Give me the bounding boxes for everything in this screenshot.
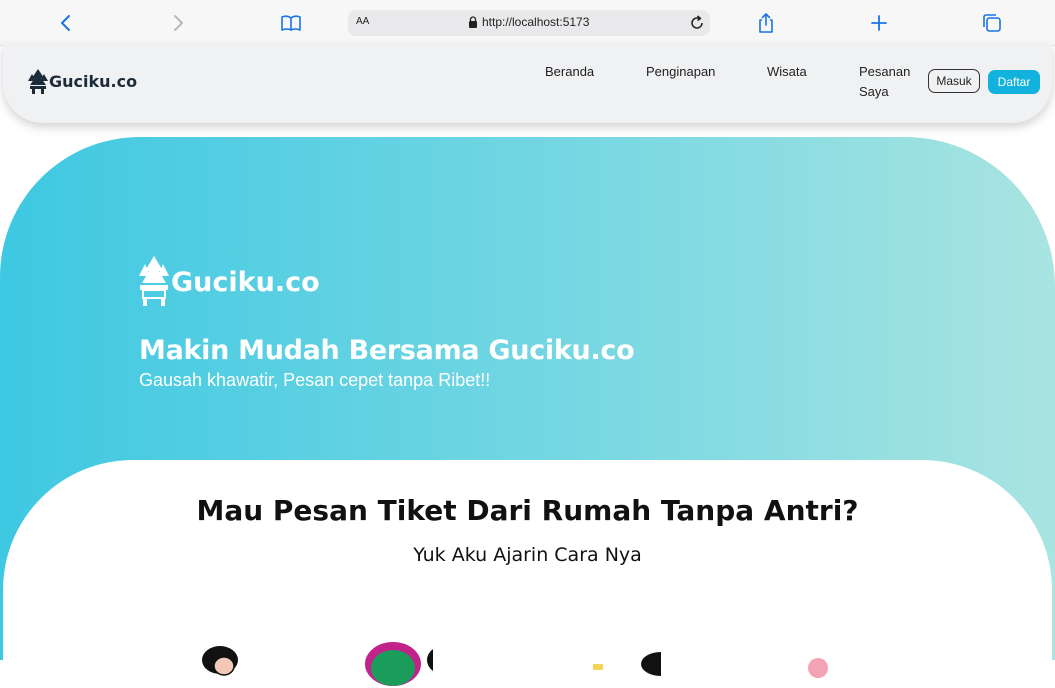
illustration-person-1: [202, 646, 238, 676]
nav-link-beranda[interactable]: Beranda: [545, 62, 594, 82]
site-navbar: Guciku.co Beranda Penginapan Wisata Pesa…: [3, 44, 1052, 123]
section-subtitle: Yuk Aku Ajarin Cara Nya: [413, 544, 642, 566]
back-icon[interactable]: [54, 11, 78, 35]
bookmarks-icon[interactable]: [279, 11, 303, 35]
how-to-order-section: Mau Pesan Tiket Dari Rumah Tanpa Antri? …: [3, 460, 1052, 686]
illustration-person-4: [808, 658, 828, 678]
tree-logo-icon: [28, 69, 48, 94]
login-button[interactable]: Masuk: [928, 69, 980, 93]
reload-icon[interactable]: [688, 14, 706, 32]
nav-link-wisata[interactable]: Wisata: [767, 62, 807, 82]
nav-link-pesanan-saya[interactable]: Pesanan Saya: [859, 62, 915, 102]
illustration-person-3: [593, 652, 661, 676]
hero-subtitle: Gausah khawatir, Pesan cepet tanpa Ribet…: [139, 370, 491, 390]
tree-logo-icon: [139, 256, 169, 306]
illustration-person-2: [365, 642, 433, 686]
hero-title: Makin Mudah Bersama Guciku.co: [139, 335, 635, 366]
new-tab-icon[interactable]: [867, 11, 891, 35]
browser-toolbar: AA http://localhost:5173: [0, 0, 1055, 46]
nav-link-penginapan[interactable]: Penginapan: [646, 62, 715, 82]
share-icon[interactable]: [754, 11, 778, 35]
address-bar[interactable]: AA http://localhost:5173: [348, 10, 710, 36]
text-size-button[interactable]: AA: [356, 16, 369, 27]
hero-brand-name: Guciku.co: [171, 267, 320, 298]
section-title: Mau Pesan Tiket Dari Rumah Tanpa Antri?: [196, 494, 859, 527]
url-text: http://localhost:5173: [482, 15, 590, 29]
forward-icon[interactable]: [166, 11, 190, 35]
lock-icon: [469, 16, 477, 28]
register-button[interactable]: Daftar: [988, 70, 1040, 94]
tabs-overview-icon[interactable]: [980, 11, 1004, 35]
brand-name: Guciku.co: [49, 72, 138, 91]
